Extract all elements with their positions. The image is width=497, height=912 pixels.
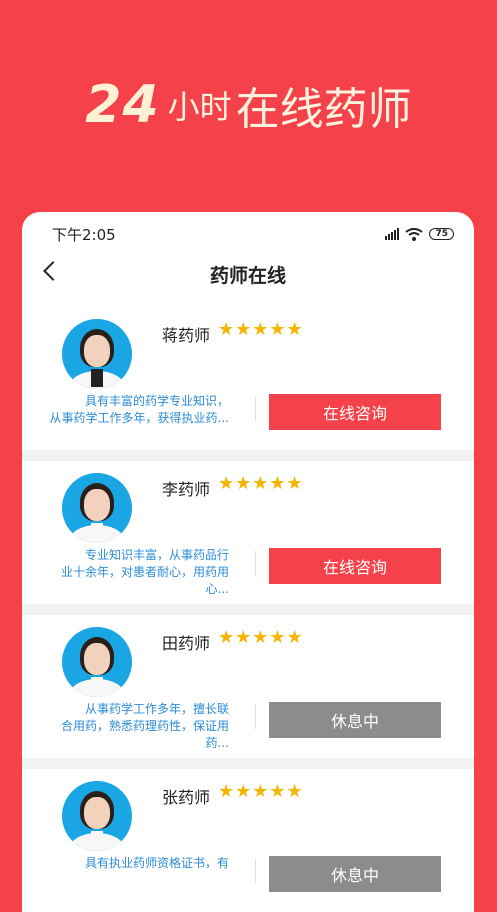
avatar [62,627,132,697]
avatar [62,319,132,389]
pharmacist-name: 蒋药师 [162,326,211,345]
hero-small-text: 小时 [167,88,232,126]
pharmacist-description: 专业知识丰富，从事药品行 业十余年，对患者耐心，用药用心... [60,548,229,596]
pharmacist-card: 蒋药师 ★★★★★ 具有丰富的药学专业知识， 从事药学工作多年，获得执业药...… [22,307,474,461]
resting-button[interactable]: 休息中 [269,856,441,892]
status-icons: 75 [385,227,454,241]
avatar [62,781,132,851]
pharmacist-list: 蒋药师 ★★★★★ 具有丰富的药学专业知识， 从事药学工作多年，获得执业药...… [22,307,474,912]
page-title: 药师在线 [209,264,286,287]
pharmacist-card: 李药师 ★★★★★ 专业知识丰富，从事药品行 业十余年，对患者耐心，用药用心..… [22,461,474,615]
status-time: 下午2:05 [52,225,116,244]
hero-banner: 24 小时 在线药师 [0,70,497,140]
pharmacist-name: 田药师 [162,634,211,653]
rating-stars-icon: ★★★★★ [218,319,304,340]
phone-screen: 下午2:05 75 药师在线 蒋药师 ★★★★★ 具有丰富的药学专业知识， 从事… [22,212,474,912]
back-arrow-icon[interactable] [43,261,63,281]
pharmacist-description: 具有丰富的药学专业知识， 从事药学工作多年，获得执业药... [49,394,229,425]
consult-online-button[interactable]: 在线咨询 [269,394,441,430]
divider [255,705,256,729]
hero-number: 24 [85,75,160,135]
rating-stars-icon: ★★★★★ [218,473,304,494]
resting-button[interactable]: 休息中 [269,702,441,738]
pharmacist-card: 田药师 ★★★★★ 从事药学工作多年，擅长联 合用药，熟悉药理药性，保证用药..… [22,615,474,769]
wifi-icon [405,227,424,241]
consult-online-button[interactable]: 在线咨询 [269,548,441,584]
pharmacist-card: 张药师 ★★★★★ 具有执业药师资格证书，有 休息中 [22,769,474,912]
rating-stars-icon: ★★★★★ [218,781,304,802]
status-bar: 下午2:05 75 [22,212,474,256]
divider [255,551,256,575]
avatar [62,473,132,543]
battery-icon: 75 [429,228,454,240]
hero-big-text: 在线药师 [235,84,412,135]
divider [255,397,256,421]
pharmacist-name: 李药师 [162,480,211,499]
nav-bar: 药师在线 [22,256,474,292]
signal-icon [385,228,400,240]
pharmacist-description: 从事药学工作多年，擅长联 合用药，熟悉药理药性，保证用药... [60,702,229,750]
pharmacist-name: 张药师 [162,788,211,807]
divider [255,859,256,883]
pharmacist-description: 具有执业药师资格证书，有 [84,856,229,870]
rating-stars-icon: ★★★★★ [218,627,304,648]
